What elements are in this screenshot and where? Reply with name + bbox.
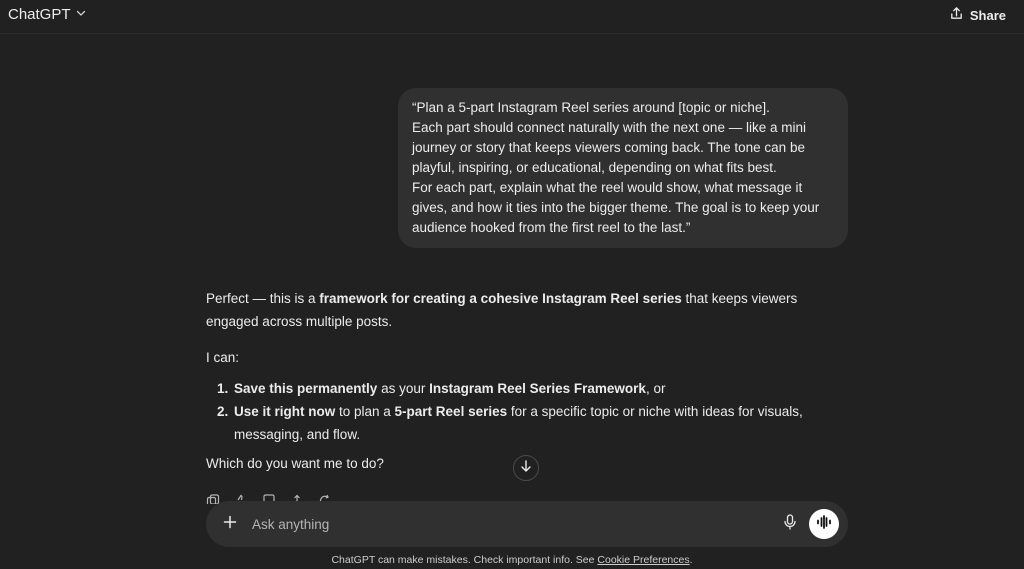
option-text: to plan a [335, 404, 395, 419]
arrow-down-icon [519, 459, 533, 478]
assistant-intro: Perfect — this is a framework for creati… [206, 287, 846, 333]
option-bold: Use it right now [234, 404, 336, 419]
user-message-line: “Plan a 5-part Instagram Reel series aro… [412, 100, 770, 115]
prompt-input[interactable] [250, 501, 770, 547]
user-message-line: For each part, explain what the reel wou… [412, 180, 820, 235]
option-bold: Save this permanently [234, 381, 378, 396]
option-bold: 5-part Reel series [394, 404, 508, 419]
add-attachment-button[interactable] [220, 514, 240, 534]
share-icon [949, 6, 964, 24]
disclaimer-end: . [689, 554, 693, 566]
intro-bold: framework for creating a cohesive Instag… [319, 291, 682, 306]
option-item: Save this permanently as your Instagram … [232, 377, 846, 400]
assistant-i-can: I can: [206, 350, 240, 365]
option-text: , or [645, 381, 666, 396]
top-bar: ChatGPT Share [0, 0, 1024, 34]
disclaimer: ChatGPT can make mistakes. Check importa… [0, 554, 1024, 566]
model-switcher[interactable]: ChatGPT [8, 6, 87, 23]
cookie-preferences-link[interactable]: Cookie Preferences [597, 554, 689, 566]
voice-mode-button[interactable] [809, 509, 839, 539]
intro-text: Perfect — this is a [206, 291, 320, 306]
option-bold: Instagram Reel Series Framework [429, 381, 646, 396]
options-list: Save this permanently as your Instagram … [206, 377, 846, 446]
composer [206, 501, 848, 547]
chevron-down-icon [75, 6, 87, 23]
assistant-message: Perfect — this is a framework for creati… [206, 287, 846, 475]
microphone-icon [783, 513, 797, 535]
disclaimer-text: ChatGPT can make mistakes. Check importa… [331, 554, 598, 566]
user-message-line: Each part should connect naturally with … [412, 120, 806, 175]
dictate-button[interactable] [780, 513, 800, 535]
voice-mode-icon [816, 514, 832, 534]
model-name: ChatGPT [8, 6, 71, 23]
share-label: Share [969, 7, 1006, 23]
share-button[interactable]: Share [949, 6, 1006, 24]
option-text: as your [377, 381, 430, 396]
scroll-to-bottom-button[interactable] [513, 455, 539, 481]
plus-icon [223, 515, 237, 534]
user-message-bubble: “Plan a 5-part Instagram Reel series aro… [398, 88, 848, 248]
option-item: Use it right now to plan a 5-part Reel s… [232, 400, 846, 446]
